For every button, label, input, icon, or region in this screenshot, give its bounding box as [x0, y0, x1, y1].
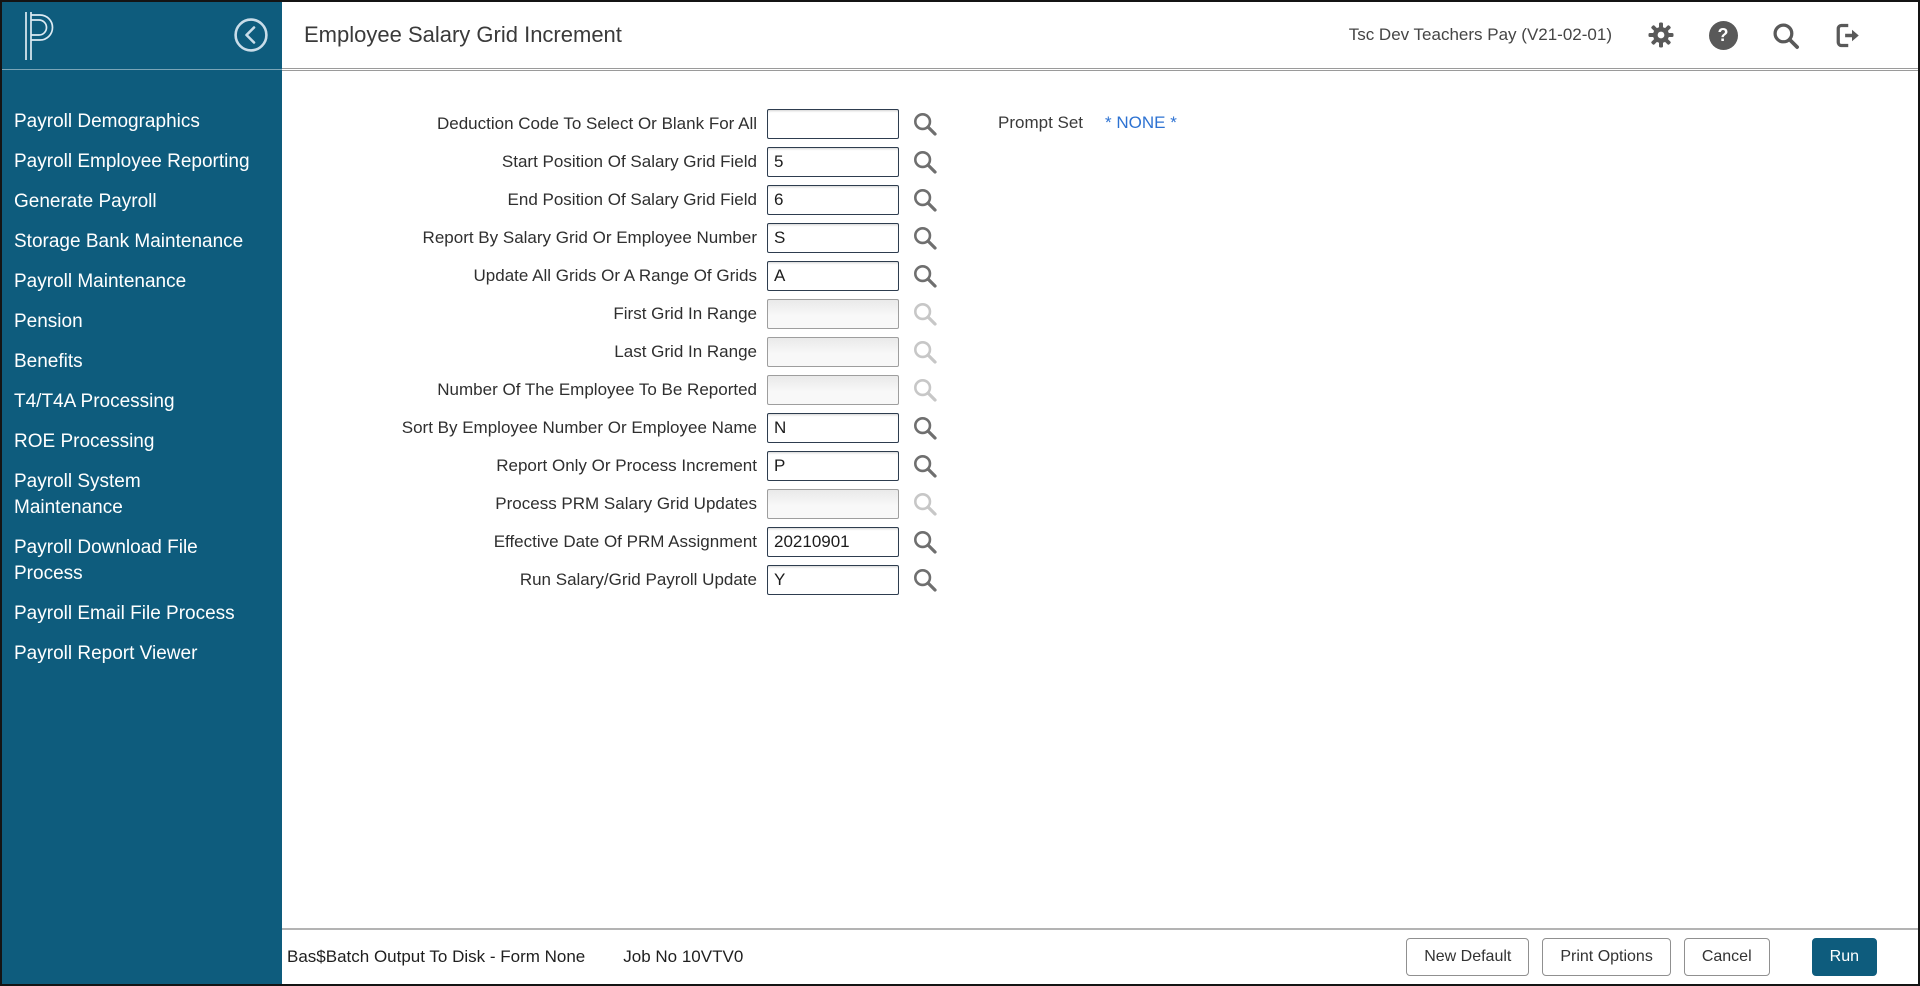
field-label: Report By Salary Grid Or Employee Number — [302, 228, 757, 248]
magnifier-lookup-icon[interactable] — [911, 186, 939, 214]
sidebar-item-generate-payroll[interactable]: Generate Payroll — [2, 182, 282, 222]
magnifier-lookup-icon[interactable] — [911, 148, 939, 176]
magnifier-lookup-icon[interactable] — [911, 224, 939, 252]
field-label: End Position Of Salary Grid Field — [302, 190, 757, 210]
prompt-set-label: Prompt Set — [998, 113, 1083, 133]
field-label: Sort By Employee Number Or Employee Name — [302, 418, 757, 438]
field-label: Report Only Or Process Increment — [302, 456, 757, 476]
run-button[interactable]: Run — [1812, 938, 1877, 976]
sidebar-nav: Payroll DemographicsPayroll Employee Rep… — [2, 70, 282, 674]
environment-label: Tsc Dev Teachers Pay (V21-02-01) — [1349, 25, 1612, 45]
sidebar-item-t4-t4a-processing[interactable]: T4/T4A Processing — [2, 382, 282, 422]
field-label: Deduction Code To Select Or Blank For Al… — [302, 114, 757, 134]
magnifier-lookup-icon[interactable] — [911, 566, 939, 594]
field-input-report-by-salary-grid-or-employee-number[interactable] — [767, 223, 899, 253]
field-input-update-all-grids-or-a-range-of-grids[interactable] — [767, 261, 899, 291]
field-input-effective-date-of-prm-assignment[interactable] — [767, 527, 899, 557]
magnifier-lookup-icon — [911, 490, 939, 518]
footer-bar: Bas$Batch Output To Disk - Form None Job… — [282, 928, 1918, 984]
sidebar-item-payroll-demographics[interactable]: Payroll Demographics — [2, 102, 282, 142]
header-actions: Tsc Dev Teachers Pay (V21-02-01) — [1349, 20, 1862, 50]
prompt-set-value-link[interactable]: * NONE * — [1105, 113, 1177, 133]
field-label: Process PRM Salary Grid Updates — [302, 494, 757, 514]
page-header: Employee Salary Grid Increment Tsc Dev T… — [282, 2, 1918, 71]
search-icon — [1771, 21, 1800, 50]
form-row-start-position-of-salary-grid-field: Start Position Of Salary Grid Field — [302, 147, 1918, 177]
form-row-process-prm-salary-grid-updates: Process PRM Salary Grid Updates — [302, 489, 1918, 519]
help-icon: ? — [1709, 21, 1738, 50]
sidebar-item-benefits[interactable]: Benefits — [2, 342, 282, 382]
form-row-update-all-grids-or-a-range-of-grids: Update All Grids Or A Range Of Grids — [302, 261, 1918, 291]
sidebar-item-storage-bank-maintenance[interactable]: Storage Bank Maintenance — [2, 222, 282, 262]
footer-job-number: Job No 10VTV0 — [623, 947, 743, 967]
settings-button[interactable] — [1646, 20, 1676, 50]
field-input-deduction-code-to-select-or-blank-for-all[interactable] — [767, 109, 899, 139]
sidebar-header — [2, 2, 282, 70]
magnifier-lookup-icon — [911, 376, 939, 404]
search-button[interactable] — [1770, 20, 1800, 50]
footer-status-text: Bas$Batch Output To Disk - Form None — [287, 947, 585, 967]
field-input-last-grid-in-range — [767, 337, 899, 367]
magnifier-lookup-icon[interactable] — [911, 110, 939, 138]
form-row-report-by-salary-grid-or-employee-number: Report By Salary Grid Or Employee Number — [302, 223, 1918, 253]
chevron-left-circle-icon — [233, 17, 269, 53]
sidebar-item-payroll-maintenance[interactable]: Payroll Maintenance — [2, 262, 282, 302]
magnifier-lookup-icon[interactable] — [911, 414, 939, 442]
sidebar-item-payroll-download-file-process[interactable]: Payroll Download File Process — [2, 528, 282, 594]
form-row-sort-by-employee-number-or-employee-name: Sort By Employee Number Or Employee Name — [302, 413, 1918, 443]
field-input-sort-by-employee-number-or-employee-name[interactable] — [767, 413, 899, 443]
collapse-sidebar-button[interactable] — [233, 17, 269, 53]
field-label: First Grid In Range — [302, 304, 757, 324]
cancel-button[interactable]: Cancel — [1684, 938, 1770, 976]
form-row-report-only-or-process-increment: Report Only Or Process Increment — [302, 451, 1918, 481]
magnifier-lookup-icon[interactable] — [911, 528, 939, 556]
field-label: Update All Grids Or A Range Of Grids — [302, 266, 757, 286]
field-input-process-prm-salary-grid-updates — [767, 489, 899, 519]
field-label: Start Position Of Salary Grid Field — [302, 152, 757, 172]
magnifier-lookup-icon — [911, 300, 939, 328]
sidebar: Payroll DemographicsPayroll Employee Rep… — [2, 2, 282, 984]
settings-icon — [1646, 20, 1676, 50]
sidebar-item-pension[interactable]: Pension — [2, 302, 282, 342]
magnifier-lookup-icon[interactable] — [911, 452, 939, 480]
footer-buttons: New Default Print Options Cancel Run — [1393, 938, 1877, 976]
field-input-first-grid-in-range — [767, 299, 899, 329]
form-row-last-grid-in-range: Last Grid In Range — [302, 337, 1918, 367]
form-row-effective-date-of-prm-assignment: Effective Date Of PRM Assignment — [302, 527, 1918, 557]
print-options-button[interactable]: Print Options — [1542, 938, 1670, 976]
magnifier-lookup-icon[interactable] — [911, 262, 939, 290]
powerschool-logo-icon — [18, 11, 60, 66]
sidebar-item-payroll-email-file-process[interactable]: Payroll Email File Process — [2, 594, 282, 634]
field-label: Effective Date Of PRM Assignment — [302, 532, 757, 552]
field-label: Run Salary/Grid Payroll Update — [302, 570, 757, 590]
sidebar-item-payroll-system-maintenance[interactable]: Payroll System Maintenance — [2, 462, 282, 528]
form-panel: Deduction Code To Select Or Blank For Al… — [282, 71, 1918, 928]
app-window: Payroll DemographicsPayroll Employee Rep… — [0, 0, 1920, 986]
new-default-button[interactable]: New Default — [1406, 938, 1529, 976]
form-row-run-salary-grid-payroll-update: Run Salary/Grid Payroll Update — [302, 565, 1918, 595]
sidebar-item-roe-processing[interactable]: ROE Processing — [2, 422, 282, 462]
field-input-end-position-of-salary-grid-field[interactable] — [767, 185, 899, 215]
field-input-number-of-the-employee-to-be-reported — [767, 375, 899, 405]
magnifier-lookup-icon — [911, 338, 939, 366]
field-input-start-position-of-salary-grid-field[interactable] — [767, 147, 899, 177]
form-rows: Deduction Code To Select Or Blank For Al… — [282, 71, 1918, 595]
sidebar-item-payroll-employee-reporting[interactable]: Payroll Employee Reporting — [2, 142, 282, 182]
page-title: Employee Salary Grid Increment — [304, 22, 622, 48]
sidebar-item-payroll-report-viewer[interactable]: Payroll Report Viewer — [2, 634, 282, 674]
field-label: Number Of The Employee To Be Reported — [302, 380, 757, 400]
field-input-run-salary-grid-payroll-update[interactable] — [767, 565, 899, 595]
form-row-number-of-the-employee-to-be-reported: Number Of The Employee To Be Reported — [302, 375, 1918, 405]
field-label: Last Grid In Range — [302, 342, 757, 362]
field-input-report-only-or-process-increment[interactable] — [767, 451, 899, 481]
prompt-set: Prompt Set * NONE * — [998, 113, 1177, 133]
help-button[interactable]: ? — [1708, 20, 1738, 50]
form-row-end-position-of-salary-grid-field: End Position Of Salary Grid Field — [302, 185, 1918, 215]
sign-out-button[interactable] — [1832, 20, 1862, 50]
form-row-first-grid-in-range: First Grid In Range — [302, 299, 1918, 329]
sign-out-icon — [1832, 20, 1862, 51]
